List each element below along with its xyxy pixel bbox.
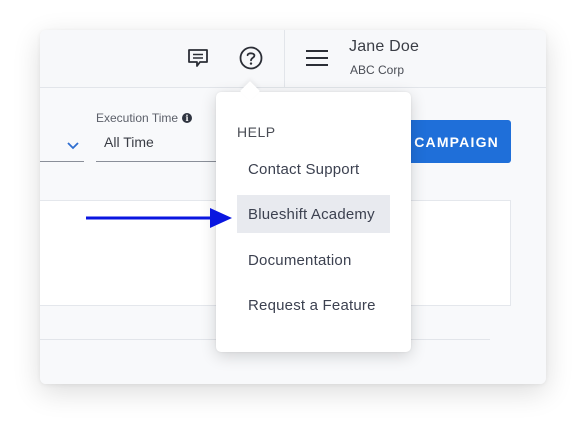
help-dropdown-menu: HELP Contact Support Blueshift Academy D… (216, 81, 411, 352)
user-name[interactable]: Jane Doe (349, 38, 419, 56)
help-menu-heading: HELP (237, 124, 276, 140)
chevron-down-icon (66, 138, 80, 156)
help-item-label: Documentation (248, 251, 352, 269)
execution-time-value: All Time (104, 134, 154, 150)
campaign-button[interactable]: CAMPAIGN (400, 120, 511, 163)
question-circle-icon[interactable] (238, 45, 264, 71)
help-item-blueshift-academy[interactable]: Blueshift Academy (237, 195, 390, 233)
stage: Jane Doe ABC Corp Execution Time i All T… (0, 0, 587, 435)
help-item-label: Blueshift Academy (248, 205, 375, 223)
header-divider (284, 30, 285, 87)
top-header: Jane Doe ABC Corp (40, 30, 546, 88)
info-icon[interactable]: i (182, 113, 193, 123)
chat-bubble-icon[interactable] (186, 47, 210, 69)
execution-time-label-text: Execution Time (96, 111, 179, 125)
help-item-label: Contact Support (248, 160, 360, 178)
filter-select[interactable] (40, 132, 84, 162)
help-item-contact-support[interactable]: Contact Support (237, 150, 390, 188)
annotation-arrow-icon (84, 203, 234, 233)
hamburger-menu-icon[interactable] (304, 47, 330, 69)
help-item-documentation[interactable]: Documentation (237, 241, 390, 279)
user-company: ABC Corp (350, 63, 405, 77)
help-item-label: Request a Feature (248, 296, 376, 314)
help-item-request-feature[interactable]: Request a Feature (237, 286, 390, 324)
execution-time-label: Execution Time i (96, 111, 193, 125)
app-window: Jane Doe ABC Corp Execution Time i All T… (40, 30, 546, 384)
